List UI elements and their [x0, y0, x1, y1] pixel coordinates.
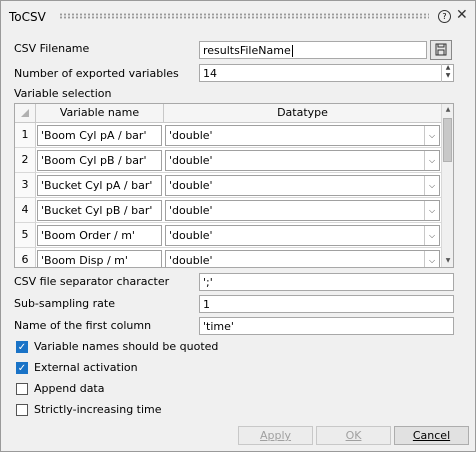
text-caret	[291, 45, 293, 57]
row-number[interactable]: 6	[15, 248, 36, 267]
table-row[interactable]: 1 'Boom Cyl pA / bar' 'double' ⌵	[15, 123, 441, 148]
column-header-datatype[interactable]: Datatype	[164, 104, 441, 122]
num-vars-value: 14	[203, 67, 217, 80]
datatype-value: 'double'	[169, 129, 213, 142]
checkbox-label[interactable]: Append data	[34, 382, 105, 395]
datatype-value: 'double'	[169, 179, 213, 192]
cancel-button[interactable]: Cancel	[394, 426, 469, 445]
checkbox[interactable]: ✓	[16, 362, 28, 374]
apply-label: Apply	[259, 429, 292, 442]
checkbox-label[interactable]: Strictly-increasing time	[34, 403, 162, 416]
chevron-down-icon[interactable]: ⌵	[424, 251, 439, 267]
save-file-button[interactable]	[430, 40, 452, 60]
table-row[interactable]: 3 'Bucket Cyl pA / bar' 'double' ⌵	[15, 173, 441, 198]
select-all-icon	[21, 109, 29, 117]
separator-label: CSV file separator character	[14, 275, 170, 288]
separator-input[interactable]: ';'	[199, 273, 454, 291]
variable-selection-label: Variable selection	[14, 87, 112, 100]
datatype-value: 'double'	[169, 154, 213, 167]
checkbox[interactable]: ✓	[16, 341, 28, 353]
num-vars-stepper[interactable]: ▲ ▼	[441, 64, 454, 82]
drag-grip[interactable]	[59, 13, 429, 19]
table-header: Variable name Datatype	[15, 104, 441, 123]
row-number[interactable]: 5	[15, 223, 36, 247]
checkbox[interactable]	[16, 383, 28, 395]
scroll-down-icon[interactable]: ▼	[442, 255, 453, 267]
datatype-value: 'double'	[169, 204, 213, 217]
row-number[interactable]: 1	[15, 123, 36, 147]
row-number[interactable]: 4	[15, 198, 36, 222]
subsampling-input[interactable]: 1	[199, 295, 454, 313]
apply-button[interactable]: Apply	[238, 426, 313, 445]
row-number[interactable]: 3	[15, 173, 36, 197]
table-row[interactable]: 6 'Boom Disp / m' 'double' ⌵	[15, 248, 441, 267]
table-scrollbar[interactable]: ▲ ▼	[441, 104, 453, 267]
scroll-up-icon[interactable]: ▲	[442, 104, 453, 116]
window-title: ToCSV	[9, 10, 46, 24]
cancel-label: Cancel	[412, 429, 451, 442]
csv-filename-input[interactable]: resultsFileName	[199, 41, 427, 59]
checkmark-icon: ✓	[17, 342, 27, 353]
table-row[interactable]: 5 'Boom Order / m' 'double' ⌵	[15, 223, 441, 248]
variable-name-cell[interactable]: 'Bucket Cyl pA / bar'	[37, 175, 162, 196]
chevron-down-icon[interactable]: ⌵	[424, 126, 439, 145]
datatype-select[interactable]: 'double' ⌵	[165, 250, 440, 267]
ok-button[interactable]: OK	[316, 426, 391, 445]
dialog-window: ToCSV ? ✕ CSV Filename resultsFileName N…	[0, 0, 476, 452]
checkbox-label[interactable]: External activation	[34, 361, 138, 374]
datatype-select[interactable]: 'double' ⌵	[165, 175, 440, 196]
csv-filename-label: CSV Filename	[14, 42, 90, 55]
csv-filename-value: resultsFileName	[203, 44, 291, 57]
title-bar[interactable]: ToCSV ? ✕	[1, 1, 475, 31]
datatype-value: 'double'	[169, 254, 213, 267]
column-header-variable-name[interactable]: Variable name	[36, 104, 164, 122]
corner-header[interactable]	[15, 104, 36, 122]
variable-name-cell[interactable]: 'Boom Cyl pB / bar'	[37, 150, 162, 171]
variable-name-cell[interactable]: 'Boom Cyl pA / bar'	[37, 125, 162, 146]
datatype-select[interactable]: 'double' ⌵	[165, 225, 440, 246]
num-vars-spinbox[interactable]: 14	[199, 64, 454, 82]
help-icon[interactable]: ?	[438, 10, 451, 23]
table-row[interactable]: 4 'Bucket Cyl pB / bar' 'double' ⌵	[15, 198, 441, 223]
subsampling-label: Sub-sampling rate	[14, 297, 115, 310]
table-row[interactable]: 2 'Boom Cyl pB / bar' 'double' ⌵	[15, 148, 441, 173]
variable-name-cell[interactable]: 'Boom Disp / m'	[37, 250, 162, 267]
datatype-value: 'double'	[169, 229, 213, 242]
floppy-disk-icon	[435, 43, 447, 56]
chevron-down-icon[interactable]: ⌵	[424, 151, 439, 170]
datatype-select[interactable]: 'double' ⌵	[165, 150, 440, 171]
chevron-down-icon[interactable]: ⌵	[424, 226, 439, 245]
ok-label: OK	[345, 429, 362, 442]
checkmark-icon: ✓	[17, 363, 27, 374]
variable-name-cell[interactable]: 'Bucket Cyl pB / bar'	[37, 200, 162, 221]
variable-table: Variable name Datatype 1 'Boom Cyl pA / b…	[14, 103, 454, 268]
datatype-select[interactable]: 'double' ⌵	[165, 200, 440, 221]
num-vars-label: Number of exported variables	[14, 67, 179, 80]
datatype-select[interactable]: 'double' ⌵	[165, 125, 440, 146]
row-number[interactable]: 2	[15, 148, 36, 172]
first-column-input[interactable]: 'time'	[199, 317, 454, 335]
chevron-down-icon[interactable]: ⌵	[424, 201, 439, 220]
scrollbar-thumb[interactable]	[443, 118, 452, 162]
chevron-down-icon[interactable]: ⌵	[424, 176, 439, 195]
spin-up-icon[interactable]: ▲	[442, 64, 454, 72]
first-column-label: Name of the first column	[14, 319, 152, 332]
variable-name-cell[interactable]: 'Boom Order / m'	[37, 225, 162, 246]
spin-down-icon[interactable]: ▼	[442, 72, 454, 80]
close-icon[interactable]: ✕	[456, 7, 468, 23]
checkbox[interactable]	[16, 404, 28, 416]
checkbox-label[interactable]: Variable names should be quoted	[34, 340, 218, 353]
